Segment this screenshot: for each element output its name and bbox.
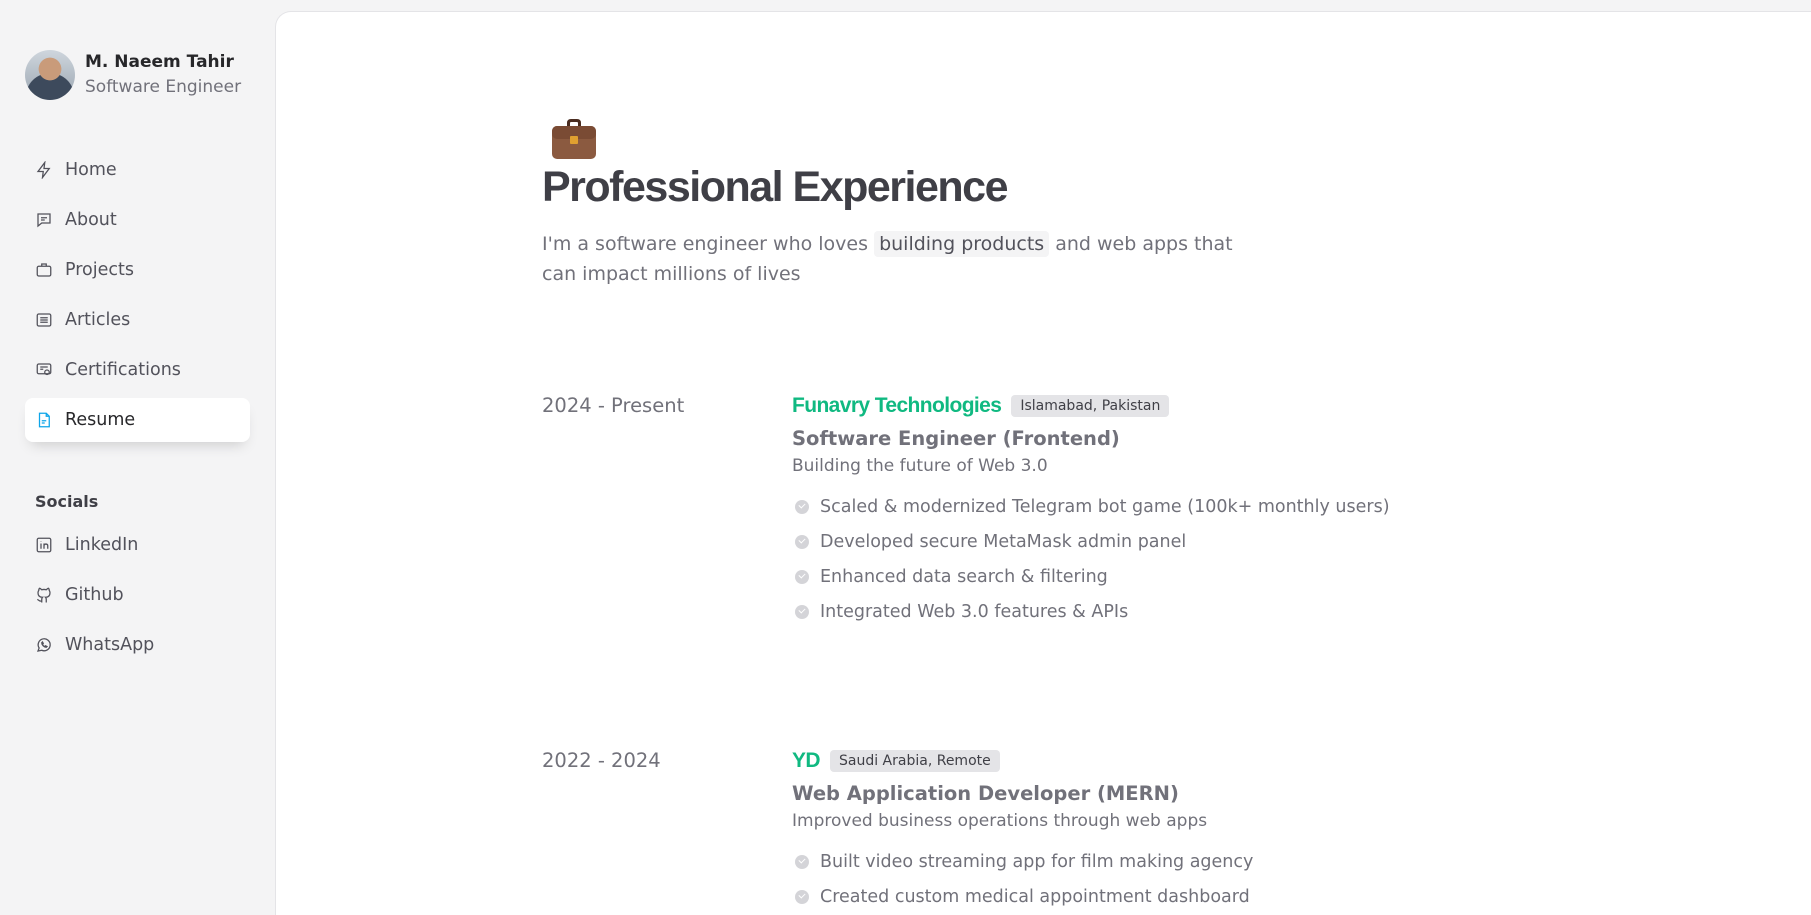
location-badge: Islamabad, Pakistan: [1011, 395, 1170, 417]
list-item: Scaled & modernized Telegram bot game (1…: [792, 496, 1402, 518]
check-circle-icon: [795, 605, 809, 619]
check-circle-icon: [795, 500, 809, 514]
sidebar: M. Naeem Tahir Software Engineer Home Ab…: [0, 0, 275, 915]
content: Professional Experience I'm a software e…: [542, 117, 1402, 915]
nav-item-label: About: [65, 210, 117, 230]
location-badge: Saudi Arabia, Remote: [829, 750, 1000, 772]
nav-item-certifications[interactable]: Certifications: [25, 348, 250, 392]
achievement-text: Built video streaming app for film makin…: [820, 852, 1254, 872]
list-item: Built video streaming app for film makin…: [792, 851, 1402, 873]
check-circle-icon: [795, 890, 809, 904]
list-item: Enhanced data search & filtering: [792, 566, 1402, 588]
company-name: Funavry Technologies: [792, 394, 1002, 417]
chat-icon: [35, 211, 53, 229]
nav-item-label: Certifications: [65, 360, 181, 380]
list-item: Created custom medical appointment dashb…: [792, 886, 1402, 908]
nav-item-about[interactable]: About: [25, 198, 250, 242]
social-whatsapp[interactable]: WhatsApp: [25, 623, 250, 667]
bolt-icon: [35, 161, 53, 179]
achievement-text: Enhanced data search & filtering: [820, 567, 1108, 587]
check-circle-icon: [795, 570, 809, 584]
job-role: Software Engineer (Frontend): [792, 427, 1120, 450]
nav-item-articles[interactable]: Articles: [25, 298, 250, 342]
social-label: LinkedIn: [65, 535, 139, 555]
intro-text: I'm a software engineer who loves buildi…: [542, 229, 1262, 289]
linkedin-icon: [35, 536, 53, 554]
profile[interactable]: M. Naeem Tahir Software Engineer: [25, 50, 250, 100]
nav-item-label: Resume: [65, 410, 136, 430]
achievement-text: Scaled & modernized Telegram bot game (1…: [820, 497, 1390, 517]
certificate-icon: [35, 361, 53, 379]
document-list-icon: [35, 311, 53, 329]
list-item: Integrated Web 3.0 features & APIs: [792, 601, 1402, 623]
nav-item-home[interactable]: Home: [25, 148, 250, 192]
main-panel: Professional Experience I'm a software e…: [275, 11, 1811, 915]
list-item: Developed secure MetaMask admin panel: [792, 531, 1402, 553]
achievement-list: Built video streaming app for film makin…: [792, 851, 1402, 908]
social-github[interactable]: Github: [25, 573, 250, 617]
briefcase-emoji-icon: [550, 117, 598, 161]
achievement-list: Scaled & modernized Telegram bot game (1…: [792, 496, 1402, 623]
intro-before: I'm a software engineer who loves: [542, 233, 869, 255]
resume-file-icon: [35, 411, 53, 429]
job-tagline: Improved business operations through web…: [792, 811, 1208, 831]
socials-heading: Socials: [35, 492, 99, 511]
main-nav: Home About Projects Articles Certificati…: [25, 148, 250, 442]
social-linkedin[interactable]: LinkedIn: [25, 523, 250, 567]
achievement-text: Developed secure MetaMask admin panel: [820, 532, 1187, 552]
nav-item-resume[interactable]: Resume: [25, 398, 250, 442]
job-entry: 2024 - Present Funavry Technologies Isla…: [542, 392, 1402, 636]
page-title: Professional Experience: [542, 163, 1009, 211]
nav-item-label: Articles: [65, 310, 131, 330]
job-period: 2022 - 2024: [542, 749, 661, 772]
briefcase-icon: [35, 261, 53, 279]
socials-nav: LinkedIn Github WhatsApp: [25, 523, 250, 667]
nav-item-projects[interactable]: Projects: [25, 248, 250, 292]
job-tagline: Building the future of Web 3.0: [792, 456, 1048, 476]
company-name: YD: [792, 749, 821, 772]
intro-highlight: building products: [874, 231, 1050, 257]
job-period: 2024 - Present: [542, 394, 685, 417]
whatsapp-icon: [35, 636, 53, 654]
achievement-text: Integrated Web 3.0 features & APIs: [820, 602, 1129, 622]
social-label: Github: [65, 585, 124, 605]
check-circle-icon: [795, 855, 809, 869]
profile-role: Software Engineer: [85, 77, 242, 97]
github-icon: [35, 586, 53, 604]
avatar: [25, 50, 75, 100]
social-label: WhatsApp: [65, 635, 155, 655]
achievement-text: Created custom medical appointment dashb…: [820, 887, 1250, 907]
profile-name: M. Naeem Tahir: [85, 52, 234, 72]
job-entry: 2022 - 2024 YD Saudi Arabia, Remote Web …: [542, 747, 1402, 915]
job-role: Web Application Developer (MERN): [792, 782, 1179, 805]
nav-item-label: Home: [65, 160, 117, 180]
check-circle-icon: [795, 535, 809, 549]
nav-item-label: Projects: [65, 260, 134, 280]
